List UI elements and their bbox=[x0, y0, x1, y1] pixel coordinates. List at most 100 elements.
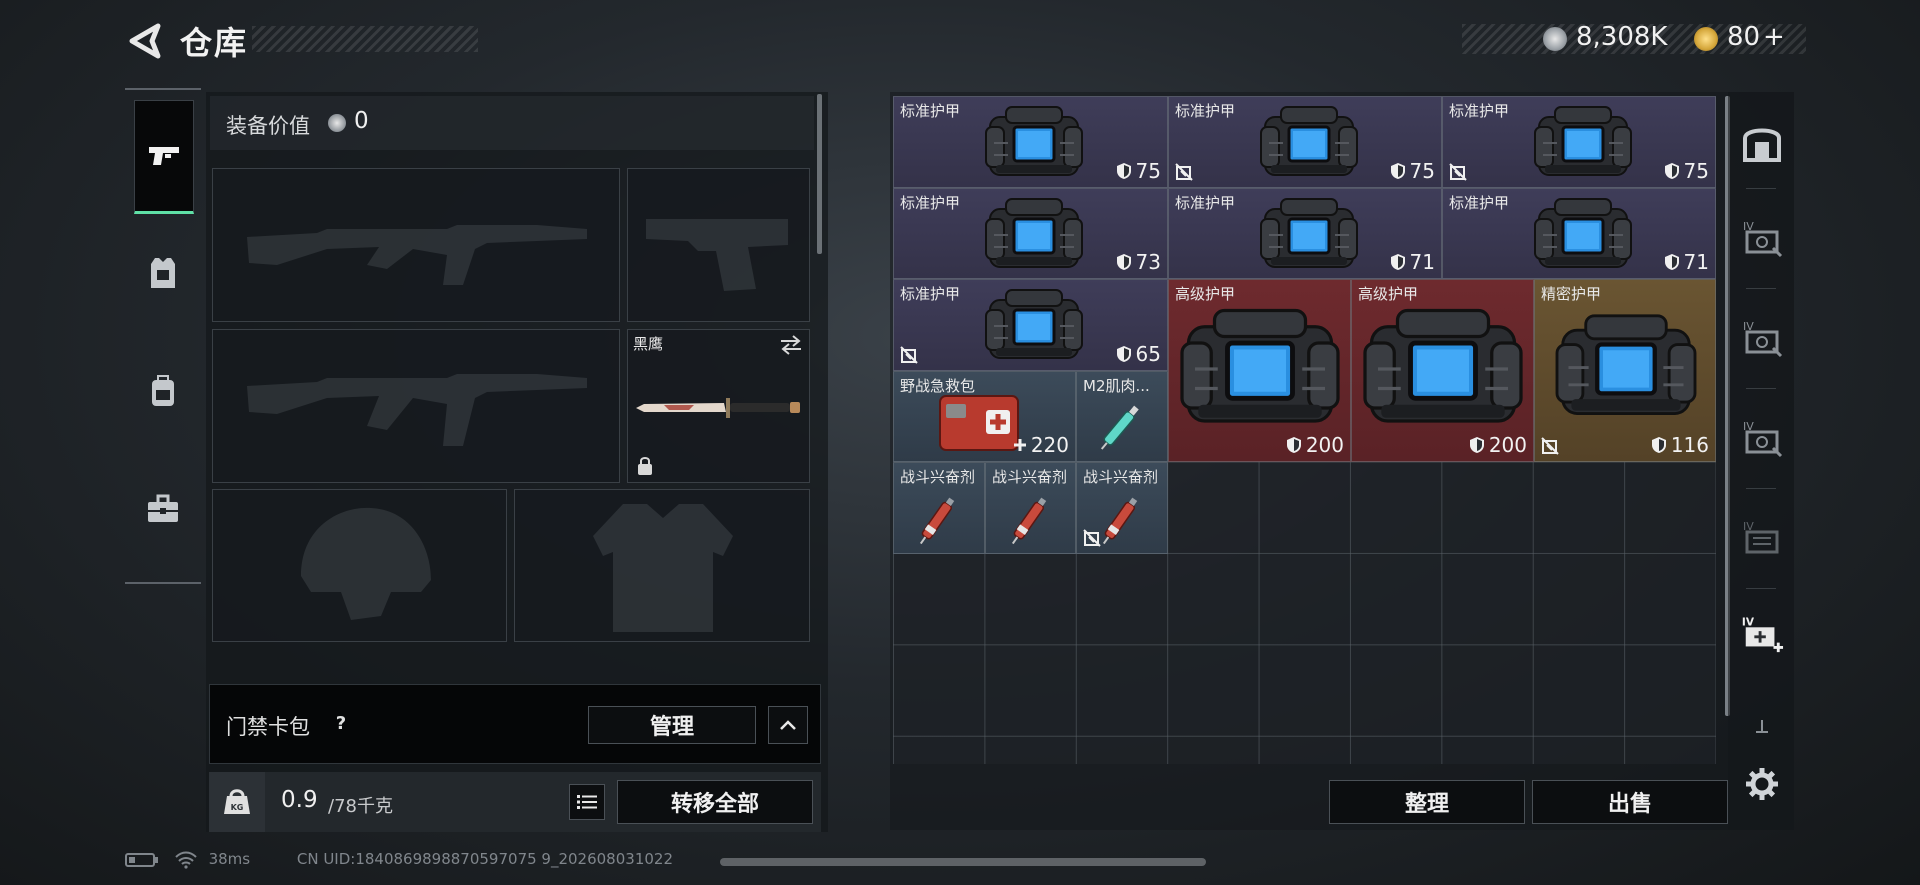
secondary-weapon-slot[interactable] bbox=[212, 329, 620, 483]
gold-coin-icon bbox=[1694, 27, 1718, 51]
vest-silhouette-icon bbox=[593, 504, 733, 632]
storage-expansion-3-tab[interactable]: IV bbox=[1740, 416, 1784, 460]
swap-icon[interactable] bbox=[779, 334, 803, 356]
currency-silver-amount: 8,308K bbox=[1576, 22, 1668, 52]
inventory-item-standard-armor[interactable]: 标准护甲 73 bbox=[893, 188, 1168, 279]
storage-expansion-icon: IV bbox=[1743, 420, 1783, 458]
loadout-tab-bar bbox=[125, 88, 201, 584]
item-durability: 116 bbox=[1670, 433, 1709, 457]
no-repair-icon bbox=[1449, 163, 1467, 181]
item-name: 标准护甲 bbox=[1175, 102, 1236, 120]
item-name: M2肌肉... bbox=[1083, 377, 1150, 395]
shield-icon bbox=[1469, 436, 1485, 454]
item-name: 精密护甲 bbox=[1541, 285, 1602, 303]
item-name: 战斗兴奋剂 bbox=[1083, 468, 1159, 486]
item-name: 标准护甲 bbox=[900, 102, 961, 120]
tab-toolbox[interactable] bbox=[134, 454, 192, 564]
melee-slot[interactable]: 黑鹰 bbox=[627, 329, 810, 483]
list-view-button[interactable] bbox=[569, 784, 605, 820]
add-storage-tab[interactable]: IV bbox=[1740, 612, 1784, 656]
inventory-item-stimulant[interactable]: 战斗兴奋剂 bbox=[1076, 462, 1168, 554]
title-decoration bbox=[252, 26, 478, 52]
uid-text: CN UID:1840869898870597075 9_20260803102… bbox=[296, 850, 673, 868]
weight-info: 0.9 /78千克 转移全部 bbox=[265, 772, 821, 832]
inventory-item-standard-armor[interactable]: 标准护甲 75 bbox=[893, 96, 1168, 188]
lock-icon bbox=[638, 457, 652, 475]
tab-backpack[interactable] bbox=[134, 336, 192, 446]
weight-icon-box: KG bbox=[209, 772, 265, 832]
inventory-item-standard-armor[interactable]: 标准护甲 75 bbox=[1168, 96, 1442, 188]
storage-home-tab[interactable] bbox=[1740, 120, 1784, 164]
item-durability: 71 bbox=[1683, 250, 1709, 274]
rifle-silhouette-icon bbox=[247, 374, 587, 446]
sort-button[interactable]: 整理 bbox=[1329, 780, 1525, 824]
shield-icon bbox=[1664, 162, 1680, 180]
item-durability: 65 bbox=[1135, 342, 1161, 366]
list-icon bbox=[577, 795, 597, 809]
kg-label: KG bbox=[231, 803, 244, 812]
armor-vest-icon bbox=[1528, 195, 1638, 275]
melee-weapon-name: 黑鹰 bbox=[633, 335, 664, 353]
first-aid-kit-icon bbox=[939, 395, 1019, 451]
shield-icon bbox=[1116, 253, 1132, 271]
equipment-value-label: 装备价值 bbox=[226, 114, 310, 138]
tab-armor[interactable] bbox=[134, 218, 192, 328]
item-name: 战斗兴奋剂 bbox=[900, 468, 976, 486]
pistol-slot[interactable] bbox=[627, 168, 810, 322]
manage-button[interactable]: 管理 bbox=[588, 706, 756, 744]
weight-bar: KG 0.9 /78千克 转移全部 bbox=[209, 772, 821, 832]
collapse-button[interactable] bbox=[768, 706, 808, 744]
tab-weapons[interactable] bbox=[134, 100, 194, 214]
inventory-item-standard-armor[interactable]: 标准护甲 71 bbox=[1442, 188, 1716, 279]
shield-icon bbox=[1286, 436, 1302, 454]
shield-icon bbox=[1116, 162, 1132, 180]
expand-tab[interactable] bbox=[1740, 704, 1784, 748]
armor-vest-icon bbox=[1551, 310, 1701, 425]
inventory-item-standard-armor[interactable]: 标准护甲 71 bbox=[1168, 188, 1442, 279]
home-indicator[interactable] bbox=[720, 858, 1206, 866]
status-bar: 38ms CN UID:1840869898870597075 9_202608… bbox=[125, 850, 673, 869]
inventory-item-injector[interactable]: M2肌肉... bbox=[1076, 371, 1168, 462]
shield-icon bbox=[1390, 162, 1406, 180]
battery-icon bbox=[125, 852, 158, 867]
primary-weapon-slot[interactable] bbox=[212, 168, 620, 322]
storage-expansion-4-tab[interactable]: IV bbox=[1740, 516, 1784, 560]
inventory-item-medkit[interactable]: 野战急救包 220 bbox=[893, 371, 1076, 462]
item-name: 战斗兴奋剂 bbox=[992, 468, 1068, 486]
combat-knife-icon bbox=[636, 398, 800, 418]
back-button[interactable] bbox=[124, 20, 166, 62]
item-durability: 75 bbox=[1409, 159, 1435, 183]
toolbox-icon bbox=[148, 494, 178, 522]
inventory-item-standard-armor[interactable]: 标准护甲 65 bbox=[893, 279, 1168, 371]
storage-expansion-2-tab[interactable]: IV bbox=[1740, 316, 1784, 360]
inventory-item-stimulant[interactable]: 战斗兴奋剂 bbox=[893, 462, 985, 554]
pistol-silhouette-icon bbox=[646, 219, 788, 291]
armor-vest-icon bbox=[1175, 304, 1345, 434]
weight-current: 0.9 bbox=[281, 787, 318, 813]
equipment-scrollbar[interactable] bbox=[817, 94, 822, 254]
item-durability: 200 bbox=[1305, 433, 1344, 457]
armor-vest-icon bbox=[979, 103, 1089, 183]
item-name: 高级护甲 bbox=[1175, 285, 1236, 303]
settings-button[interactable] bbox=[1740, 762, 1784, 806]
item-name: 标准护甲 bbox=[900, 194, 961, 212]
help-icon[interactable]: ? bbox=[328, 711, 354, 737]
currency-gold-amount: 80 bbox=[1727, 22, 1761, 52]
transfer-all-button[interactable]: 转移全部 bbox=[617, 780, 813, 824]
inventory-item-advanced-armor[interactable]: 高级护甲 200 bbox=[1351, 279, 1534, 462]
helmet-silhouette-icon bbox=[301, 507, 431, 620]
silver-coin-icon bbox=[328, 114, 346, 132]
page-title: 仓库 bbox=[180, 24, 249, 62]
inventory-item-precision-armor[interactable]: 精密护甲 116 bbox=[1534, 279, 1716, 462]
item-durability: 75 bbox=[1683, 159, 1709, 183]
armor-vest-icon bbox=[1358, 304, 1528, 434]
inventory-item-standard-armor[interactable]: 标准护甲 75 bbox=[1442, 96, 1716, 188]
helmet-slot[interactable] bbox=[212, 489, 507, 642]
body-armor-slot[interactable] bbox=[514, 489, 810, 642]
inventory-item-stimulant[interactable]: 战斗兴奋剂 bbox=[985, 462, 1076, 554]
inventory-item-advanced-armor[interactable]: 高级护甲 200 bbox=[1168, 279, 1351, 462]
sell-button[interactable]: 出售 bbox=[1532, 780, 1728, 824]
storage-expansion-1-tab[interactable]: IV bbox=[1740, 216, 1784, 260]
storage-expansion-icon: IV bbox=[1743, 220, 1783, 258]
add-currency-button[interactable]: + bbox=[1763, 22, 1785, 52]
